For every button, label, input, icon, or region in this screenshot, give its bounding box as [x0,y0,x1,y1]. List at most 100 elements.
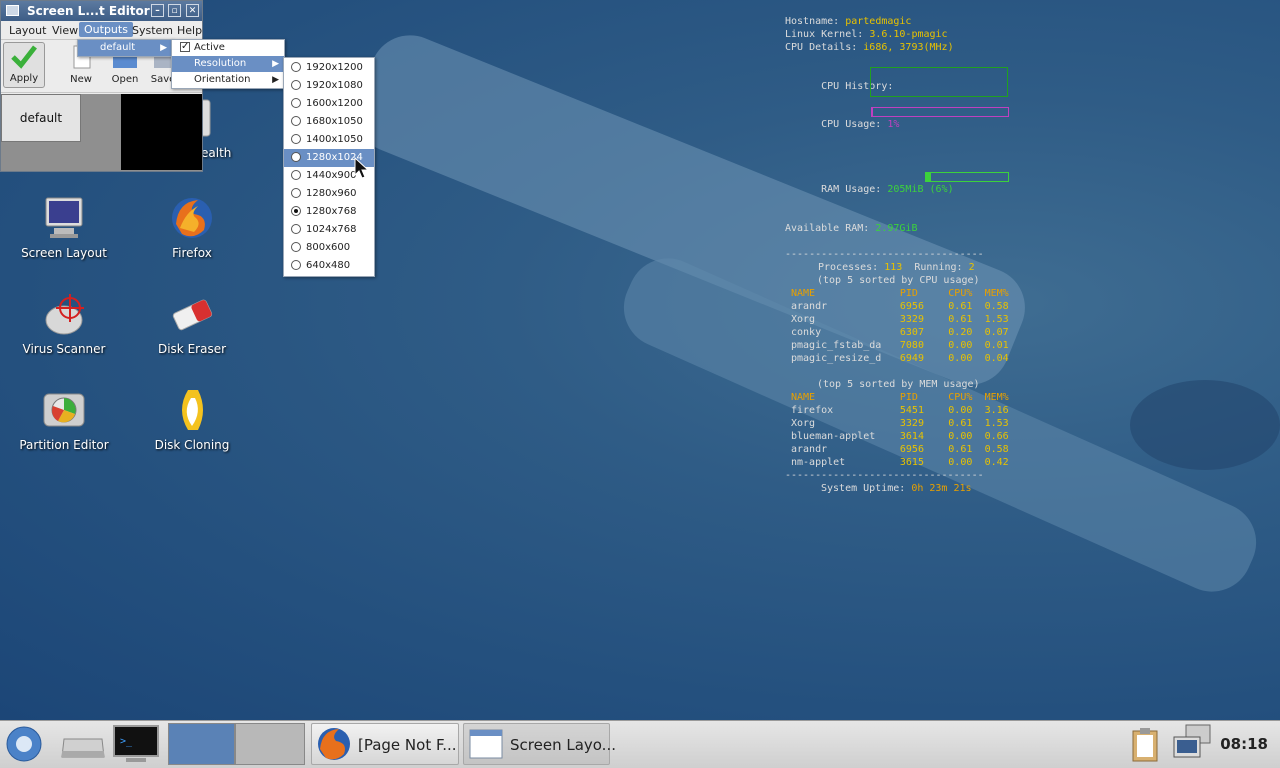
chevron-right-icon: ▶ [160,43,167,53]
resolution-option[interactable]: 1920x1080 [284,77,374,95]
table-cell: 3615 [899,457,924,468]
table-cell: 0.00 [948,340,973,351]
menu-help[interactable]: Help [177,24,202,37]
open-label: Open [111,74,139,85]
table-header: NAME PID CPU% MEM% [785,287,1015,300]
network-tray-button[interactable] [1172,723,1216,765]
resolution-option-label: 1440x900 [306,170,357,181]
table-row: conky 6307 0.20 0.07 [785,326,1015,339]
table-cell: arandr [791,444,828,455]
table-cell: nm-applet [791,457,846,468]
task-screen-layout[interactable]: Screen Layo... [463,723,616,765]
cpu-details-value: i686, 3793(MHz) [863,42,954,53]
desktop-icon-disk-cloning[interactable]: Disk Cloning [132,386,252,452]
table-cell: 0.58 [984,444,1009,455]
table-cell: arandr [791,301,828,312]
uptime-value: 0h 23m 21s [911,483,972,494]
resolution-option-label: 1024x768 [306,224,357,235]
apply-button[interactable]: Apply [3,42,45,88]
screen-default[interactable]: default [1,94,81,142]
task-label: [Page Not F... [358,736,457,754]
table-header: NAME PID CPU% MEM% [785,391,1015,404]
running-value: 2 [968,262,975,273]
cpu-process-table: NAME PID CPU% MEM% arandr 6956 0.61 0.58 Xorg 332… [785,287,1015,365]
column-header: MEM% [984,392,1009,403]
drive-launcher[interactable] [58,725,108,765]
menu-bar: Layout View Outputs System Help [1,21,202,40]
menu-item-default[interactable]: default ▶ [78,40,172,56]
workspace-2[interactable] [235,723,305,765]
cpu-details-label: CPU Details: [785,42,858,53]
table-cell: 0.00 [948,405,973,416]
radio-button-icon [291,206,301,216]
column-header: CPU% [948,288,973,299]
ram-usage-bar [925,172,1009,182]
close-button[interactable]: ✕ [186,4,199,17]
table-cell: Xorg [791,314,816,325]
window-icon [6,5,19,16]
table-cell: 0.42 [984,457,1009,468]
table-cell: firefox [791,405,834,416]
checkmark-icon [9,43,39,71]
desktop-icon-disk-eraser[interactable]: Disk Eraser [132,290,252,356]
network-icon [1173,724,1211,758]
workspace-1[interactable] [168,723,235,765]
start-menu-button[interactable] [2,723,46,765]
firefox-icon [168,194,216,242]
cpu-usage-label: CPU Usage: [821,119,882,130]
desktop-icon-firefox[interactable]: Firefox [132,194,252,260]
desktop-icon-virus-scanner[interactable]: Virus Scanner [4,290,124,356]
processes-value: 113 [884,262,903,273]
resolution-option[interactable]: 1680x1050 [284,113,374,131]
resolution-option[interactable]: 1600x1200 [284,95,374,113]
menu-system[interactable]: System [132,24,173,37]
resolution-option[interactable]: 1920x1200 [284,59,374,77]
resolution-option[interactable]: 640x480 [284,257,374,275]
table-cell: 6949 [899,353,924,364]
table-cell: 0.61 [948,418,973,429]
menu-outputs[interactable]: Outputs [79,22,133,37]
desktop-icon-partition-editor[interactable]: Partition Editor [4,386,124,452]
resolution-option[interactable]: 1400x1050 [284,131,374,149]
resolution-option[interactable]: 800x600 [284,239,374,257]
minimize-button[interactable]: – [151,4,164,17]
menu-layout[interactable]: Layout [9,24,46,37]
desktop-icon-label: Screen Layout [21,246,107,260]
resolution-option-label: 1280x768 [306,206,357,217]
resolution-option-label: 1400x1050 [306,134,363,145]
ram-usage-label: RAM Usage: [821,184,882,195]
table-row: nm-applet 3615 0.00 0.42 [785,456,1015,469]
table-cell: 7080 [899,340,924,351]
hard-drive-icon [61,738,105,758]
kernel-value: 3.6.10-pmagic [869,29,948,40]
title-bar[interactable]: Screen L...t Editor – ▫ ✕ [1,1,202,21]
table-cell: 5451 [899,405,924,416]
task-label: Screen Layo... [510,736,616,754]
clipboard-tray-button[interactable] [1128,725,1162,765]
terminal-launcher[interactable]: >_ [112,724,160,764]
resolution-option[interactable]: 1280x768 [284,203,374,221]
task-firefox[interactable]: [Page Not F... [311,723,459,765]
menu-item-orientation[interactable]: Orientation ▶ [172,72,284,88]
menu-item-active[interactable]: ✓ Active [172,40,284,56]
table-cell: Xorg [791,418,816,429]
window-icon [469,729,503,759]
menu-item-resolution[interactable]: Resolution ▶ [172,56,284,72]
orientation-label: Orientation [194,74,251,85]
maximize-button[interactable]: ▫ [168,4,181,17]
separator: --------------------------------- [785,470,984,481]
resolution-option[interactable]: 1024x768 [284,221,374,239]
window-title: Screen L...t Editor [27,4,150,18]
apply-label: Apply [9,73,39,84]
table-cell: 3.16 [984,405,1009,416]
chevron-right-icon: ▶ [272,59,279,69]
menu-view[interactable]: View [52,24,78,37]
table-row: firefox 5451 0.00 3.16 [785,404,1015,417]
layout-canvas[interactable]: default [1,94,202,171]
resolution-option[interactable]: 1280x960 [284,185,374,203]
virus-scanner-icon [40,290,88,338]
cpu-history-graph [870,67,1008,97]
desktop-icon-screen-layout[interactable]: Screen Layout [4,194,124,260]
ram-usage-value: 205MiB (6%) [887,184,954,195]
table-cell: 0.61 [948,444,973,455]
